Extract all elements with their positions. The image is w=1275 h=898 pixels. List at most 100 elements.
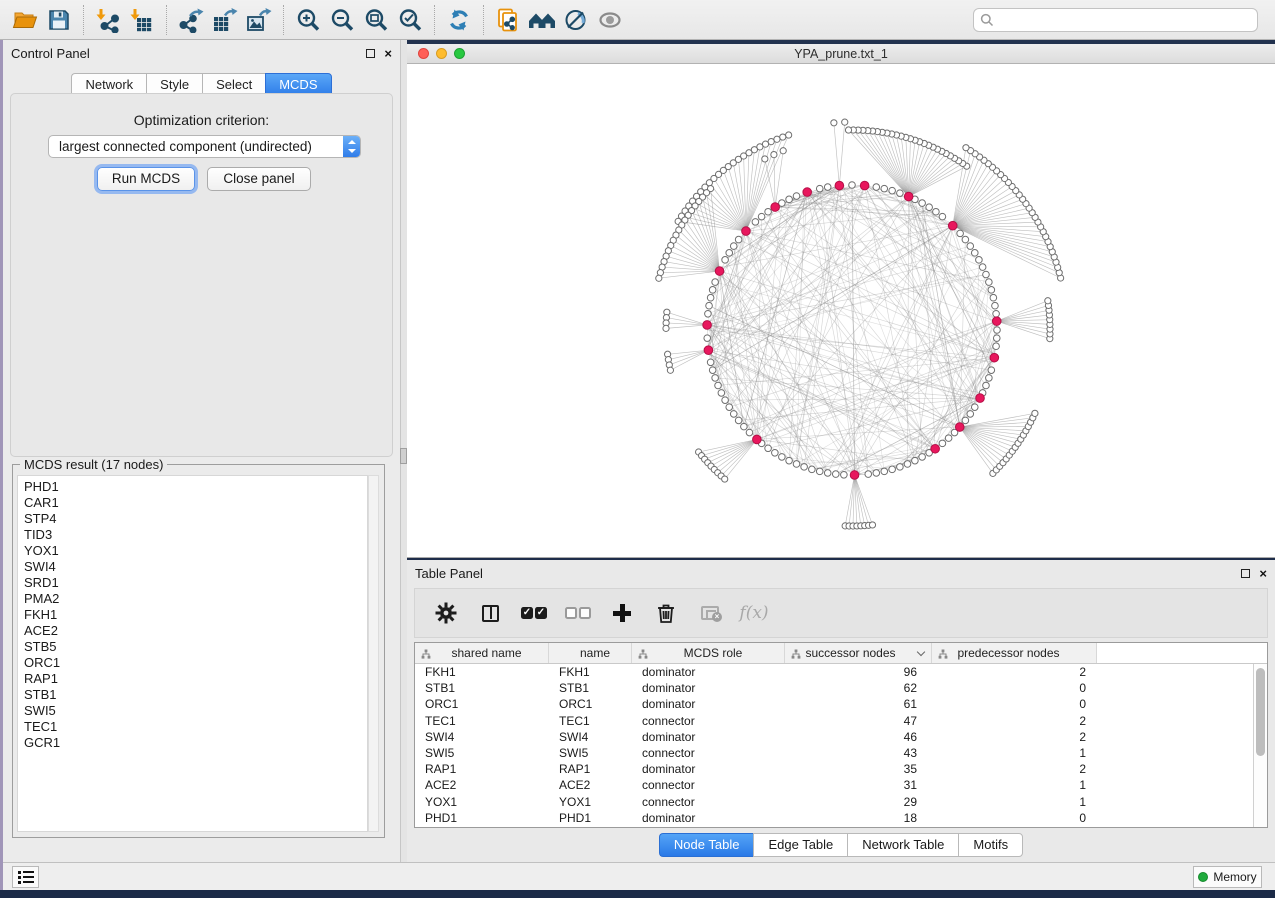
- graph-node[interactable]: [939, 440, 946, 447]
- export-network-icon[interactable]: [174, 4, 208, 36]
- graph-node[interactable]: [971, 250, 978, 257]
- table-cell[interactable]: STB1: [549, 680, 632, 696]
- table-cell[interactable]: 46: [785, 729, 932, 745]
- graph-hub-node[interactable]: [860, 181, 869, 190]
- graph-node[interactable]: [712, 375, 719, 382]
- graph-node[interactable]: [707, 359, 714, 366]
- graph-node[interactable]: [809, 466, 816, 473]
- graph-node[interactable]: [889, 187, 896, 194]
- graph-node[interactable]: [765, 445, 772, 452]
- graph-node[interactable]: [816, 468, 823, 475]
- table-cell[interactable]: TEC1: [549, 713, 632, 729]
- graph-node[interactable]: [971, 404, 978, 411]
- graph-hub-node[interactable]: [992, 317, 1001, 326]
- graph-node[interactable]: [793, 193, 800, 200]
- table-cell[interactable]: 1: [932, 777, 1097, 793]
- table-settings-gear-icon[interactable]: [431, 598, 461, 628]
- graph-node[interactable]: [752, 219, 759, 226]
- select-all-columns-icon[interactable]: ✓✓: [519, 598, 549, 628]
- table-row[interactable]: ACE2ACE2connector311: [415, 777, 1253, 793]
- save-session-icon[interactable]: [42, 4, 76, 36]
- table-cell[interactable]: 61: [785, 696, 932, 712]
- graph-node[interactable]: [779, 454, 786, 461]
- graph-satellite-node[interactable]: [722, 476, 728, 482]
- graph-node[interactable]: [967, 243, 974, 250]
- table-cell[interactable]: PHD1: [415, 810, 549, 826]
- table-cell[interactable]: dominator: [632, 664, 785, 680]
- graph-node[interactable]: [873, 470, 880, 477]
- column-header-predecessor-nodes[interactable]: predecessor nodes: [932, 643, 1097, 663]
- graph-satellite-node[interactable]: [869, 522, 875, 528]
- graph-node[interactable]: [988, 367, 995, 374]
- table-cell[interactable]: 35: [785, 761, 932, 777]
- table-cell[interactable]: 2: [932, 729, 1097, 745]
- float-table-panel-icon[interactable]: [1241, 569, 1250, 578]
- graph-satellite-node[interactable]: [963, 145, 969, 151]
- graph-hub-node[interactable]: [850, 471, 859, 480]
- table-cell[interactable]: YOX1: [549, 794, 632, 810]
- graph-node[interactable]: [707, 294, 714, 301]
- mcds-result-item[interactable]: TEC1: [24, 719, 367, 735]
- mcds-result-item[interactable]: PHD1: [24, 479, 367, 495]
- graph-node[interactable]: [994, 327, 1001, 334]
- graph-node[interactable]: [712, 279, 719, 286]
- graph-node[interactable]: [865, 471, 872, 478]
- graph-satellite-node[interactable]: [780, 134, 786, 140]
- table-row[interactable]: RAP1RAP1dominator352: [415, 761, 1253, 777]
- graph-node[interactable]: [841, 471, 848, 478]
- table-row[interactable]: SWI5SWI5connector431: [415, 745, 1253, 761]
- mcds-result-item[interactable]: ACE2: [24, 623, 367, 639]
- table-cell[interactable]: SWI4: [549, 729, 632, 745]
- column-header-name[interactable]: name: [549, 643, 632, 663]
- close-table-panel-icon[interactable]: ×: [1259, 569, 1267, 578]
- table-cell[interactable]: PHD1: [549, 810, 632, 826]
- close-panel-button[interactable]: Close panel: [207, 167, 311, 191]
- graph-hub-node[interactable]: [990, 353, 999, 362]
- graph-node[interactable]: [962, 236, 969, 243]
- graph-node[interactable]: [730, 243, 737, 250]
- criterion-select[interactable]: largest connected component (undirected): [48, 135, 361, 158]
- memory-button[interactable]: Memory: [1193, 866, 1262, 888]
- graph-hub-node[interactable]: [753, 435, 762, 444]
- graph-hub-node[interactable]: [948, 221, 957, 230]
- graph-node[interactable]: [967, 411, 974, 418]
- graph-hub-node[interactable]: [704, 346, 713, 355]
- mcds-result-item[interactable]: SWI4: [24, 559, 367, 575]
- column-header-successor-nodes[interactable]: successor nodes: [785, 643, 932, 663]
- search-input[interactable]: [998, 10, 1251, 30]
- graph-node[interactable]: [993, 310, 1000, 317]
- mcds-result-item[interactable]: CAR1: [24, 495, 367, 511]
- tab-node-table[interactable]: Node Table: [659, 833, 754, 857]
- table-cell[interactable]: dominator: [632, 810, 785, 826]
- table-cell[interactable]: 31: [785, 777, 932, 793]
- graph-node[interactable]: [746, 429, 753, 436]
- mcds-result-item[interactable]: GCR1: [24, 735, 367, 751]
- graph-node[interactable]: [704, 335, 711, 342]
- graph-node[interactable]: [979, 264, 986, 271]
- export-table-icon[interactable]: [208, 4, 242, 36]
- table-cell[interactable]: dominator: [632, 680, 785, 696]
- graph-hub-node[interactable]: [955, 423, 964, 432]
- zoom-fit-icon[interactable]: [359, 4, 393, 36]
- table-cell[interactable]: STB1: [415, 680, 549, 696]
- graph-node[interactable]: [993, 343, 1000, 350]
- graph-node[interactable]: [993, 335, 1000, 342]
- graph-node[interactable]: [904, 461, 911, 468]
- mcds-result-item[interactable]: FKH1: [24, 607, 367, 623]
- mcds-result-item[interactable]: STB5: [24, 639, 367, 655]
- table-cell[interactable]: ACE2: [549, 777, 632, 793]
- hide-selected-icon[interactable]: [559, 4, 593, 36]
- table-cell[interactable]: FKH1: [415, 664, 549, 680]
- table-cell[interactable]: 0: [932, 696, 1097, 712]
- table-scrollbar-thumb[interactable]: [1256, 668, 1265, 756]
- table-cell[interactable]: ACE2: [415, 777, 549, 793]
- table-cell[interactable]: 2: [932, 664, 1097, 680]
- graph-node[interactable]: [912, 457, 919, 464]
- delete-column-icon[interactable]: [651, 598, 681, 628]
- network-graph[interactable]: [407, 64, 1275, 558]
- tab-edge-table[interactable]: Edge Table: [753, 833, 847, 857]
- apply-layout-icon[interactable]: [442, 4, 476, 36]
- graph-satellite-node[interactable]: [762, 156, 768, 162]
- mcds-result-item[interactable]: RAP1: [24, 671, 367, 687]
- graph-node[interactable]: [939, 213, 946, 220]
